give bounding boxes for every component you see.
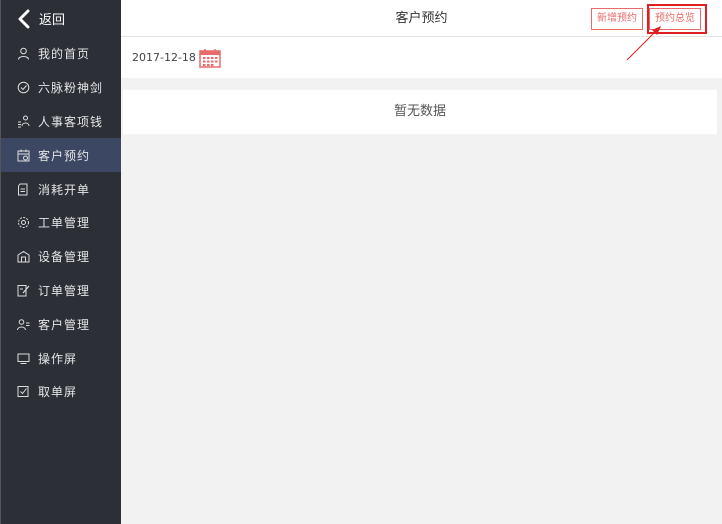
checkbox-icon [17,385,30,398]
sidebar-item-label: 客户管理 [38,317,91,332]
sidebar: 返回 我的首页 六脉粉神剑 人事客项钱 客户预约 消耗开单 工单管理 设备管理 … [0,0,121,524]
sidebar-item-sword[interactable]: 六脉粉神剑 [1,71,121,105]
clock-check-icon [17,81,30,94]
sidebar-item-orders[interactable]: 订单管理 [1,274,121,308]
empty-state-text: 暂无数据 [393,104,446,119]
sidebar-item-pickup-screen[interactable]: 取单屏 [1,375,121,409]
date-value[interactable]: 2017-12-18 [132,51,196,64]
sidebar-item-label: 订单管理 [38,283,91,298]
sidebar-item-home[interactable]: 我的首页 [1,37,121,71]
sidebar-item-label: 操作屏 [38,351,78,366]
date-bar: 2017-12-18 [121,37,722,78]
sidebar-item-label: 客户预约 [38,148,91,163]
sidebar-item-label: 工单管理 [38,216,91,231]
back-label: 返回 [39,13,66,28]
calendar-icon [17,149,30,162]
main-content: 客户预约 新增预约 预约总览 2017-12-18 暂无数据 [121,0,722,524]
sidebar-item-operation-screen[interactable]: 操作屏 [1,341,121,375]
back-button[interactable]: 返回 [1,0,121,37]
users-icon [17,318,30,331]
sidebar-item-label: 六脉粉神剑 [38,81,104,96]
sidebar-item-label: 设备管理 [38,250,91,265]
sidebar-item-label: 我的首页 [38,47,91,62]
calendar-icon[interactable] [199,48,221,68]
sidebar-item-devices[interactable]: 设备管理 [1,240,121,274]
document-icon [17,183,30,196]
new-appointment-button[interactable]: 新增预约 [591,8,643,30]
user-icon [17,47,30,61]
sidebar-item-customers[interactable]: 客户管理 [1,307,121,341]
edit-document-icon [17,284,30,297]
person-coins-icon [17,115,30,128]
chevron-left-icon [18,9,30,28]
building-icon [17,250,30,263]
sidebar-item-work-orders[interactable]: 工单管理 [1,206,121,240]
sidebar-item-label: 取单屏 [38,385,78,400]
sidebar-item-label: 消耗开单 [38,182,91,197]
monitor-icon [17,352,30,365]
gear-icon [17,216,30,229]
sidebar-item-label: 人事客项钱 [38,114,104,129]
sidebar-item-staff-money[interactable]: 人事客项钱 [1,105,121,139]
sidebar-item-appointments[interactable]: 客户预约 [1,138,121,173]
sidebar-item-consumption[interactable]: 消耗开单 [1,172,121,206]
header-bar: 客户预约 新增预约 预约总览 [121,0,722,37]
appointment-overview-button[interactable]: 预约总览 [649,8,701,30]
empty-state: 暂无数据 [123,90,717,134]
